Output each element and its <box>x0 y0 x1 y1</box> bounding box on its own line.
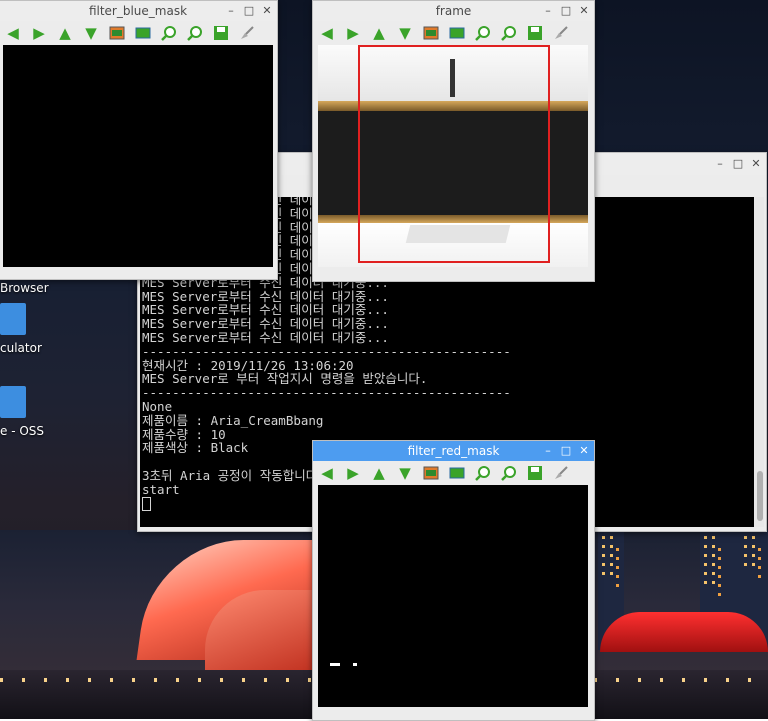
maximize-icon[interactable]: □ <box>732 154 744 174</box>
terminal-scrollbar[interactable] <box>754 197 764 527</box>
terminal-line: 제품이름 : Aria_CreamBbang <box>142 412 324 428</box>
terminal-line: MES Server로부터 수신 데이터 대기중... <box>142 329 389 345</box>
close-icon[interactable]: ✕ <box>261 1 273 21</box>
zoom-out-icon[interactable] <box>185 23 205 43</box>
minimize-icon[interactable]: – <box>542 441 554 461</box>
image-toolbar: ◀ ▶ ▲ ▼ <box>313 21 594 45</box>
arrow-right-icon[interactable]: ▶ <box>343 463 363 483</box>
window-titlebar[interactable]: filter_blue_mask – □ ✕ <box>0 1 277 21</box>
minimize-icon[interactable]: – <box>542 1 554 21</box>
terminal-line: ----------------------------------------… <box>142 385 511 401</box>
camera-frame-image[interactable] <box>318 45 588 267</box>
terminal-line: None <box>142 398 173 414</box>
maximize-icon[interactable]: □ <box>560 441 572 461</box>
close-icon[interactable]: ✕ <box>578 441 590 461</box>
terminal-line: MES Server로부터 수신 데이터 대기중... <box>142 316 389 332</box>
desktop-icon-label: culator <box>0 341 42 355</box>
arrow-right-icon[interactable]: ▶ <box>343 23 363 43</box>
maximize-icon[interactable]: □ <box>560 1 572 21</box>
terminal-line: ----------------------------------------… <box>142 343 511 359</box>
arrow-down-icon[interactable]: ▼ <box>395 463 415 483</box>
arrow-left-icon[interactable]: ◀ <box>317 463 337 483</box>
arrow-left-icon[interactable]: ◀ <box>317 23 337 43</box>
window-titlebar[interactable]: filter_red_mask – □ ✕ <box>313 441 594 461</box>
image-canvas[interactable] <box>318 485 588 707</box>
desktop-icon-calculator[interactable]: culator <box>0 303 50 355</box>
image-icon[interactable] <box>107 23 127 43</box>
image-toolbar: ◀ ▶ ▲ ▼ <box>313 461 594 485</box>
image-canvas[interactable] <box>3 45 273 267</box>
arrow-down-icon[interactable]: ▼ <box>81 23 101 43</box>
arrow-right-icon[interactable]: ▶ <box>29 23 49 43</box>
map-icon[interactable] <box>447 23 467 43</box>
map-icon[interactable] <box>447 463 467 483</box>
arrow-up-icon[interactable]: ▲ <box>369 463 389 483</box>
window-title: filter_red_mask <box>407 444 500 458</box>
terminal-line: MES Server로부터 수신 데이터 대기중... <box>142 302 389 318</box>
desktop-icon-label: Browser <box>0 281 49 295</box>
window-frame[interactable]: frame – □ ✕ ◀ ▶ ▲ ▼ <box>312 0 595 282</box>
zoom-out-icon[interactable] <box>499 463 519 483</box>
mask-blob <box>353 663 357 666</box>
arrow-down-icon[interactable]: ▼ <box>395 23 415 43</box>
minimize-icon[interactable]: – <box>714 154 726 174</box>
red-bridge <box>600 612 768 652</box>
save-icon[interactable] <box>525 23 545 43</box>
calculator-icon <box>0 303 26 335</box>
maximize-icon[interactable]: □ <box>243 1 255 21</box>
map-icon[interactable] <box>133 23 153 43</box>
save-icon[interactable] <box>525 463 545 483</box>
window-filter-blue-mask[interactable]: filter_blue_mask – □ ✕ ◀ ▶ ▲ ▼ <box>0 0 278 280</box>
desktop-icon-oss[interactable]: e - OSS <box>0 386 50 438</box>
window-title: frame <box>435 4 472 18</box>
image-icon[interactable] <box>421 463 441 483</box>
brush-icon[interactable] <box>551 463 571 483</box>
arrow-up-icon[interactable]: ▲ <box>55 23 75 43</box>
zoom-in-icon[interactable] <box>473 23 493 43</box>
arrow-left-icon[interactable]: ◀ <box>3 23 23 43</box>
close-icon[interactable]: ✕ <box>578 1 590 21</box>
window-filter-red-mask[interactable]: filter_red_mask – □ ✕ ◀ ▶ ▲ ▼ <box>312 440 595 721</box>
document-icon <box>0 386 26 418</box>
zoom-in-icon[interactable] <box>159 23 179 43</box>
brush-icon[interactable] <box>237 23 257 43</box>
zoom-in-icon[interactable] <box>473 463 493 483</box>
close-icon[interactable]: ✕ <box>750 154 762 174</box>
terminal-line: MES Server로부터 수신 데이터 대기중... <box>142 288 389 304</box>
terminal-line: MES Server로 부터 작업지시 명령을 받았습니다. <box>142 371 428 387</box>
brush-icon[interactable] <box>551 23 571 43</box>
zoom-out-icon[interactable] <box>499 23 519 43</box>
minimize-icon[interactable]: – <box>225 1 237 21</box>
arrow-up-icon[interactable]: ▲ <box>369 23 389 43</box>
mask-blob <box>330 663 340 666</box>
window-title: filter_blue_mask <box>88 4 188 18</box>
save-icon[interactable] <box>211 23 231 43</box>
image-icon[interactable] <box>421 23 441 43</box>
desktop-icon-label: e - OSS <box>0 424 45 438</box>
window-titlebar[interactable]: frame – □ ✕ <box>313 1 594 21</box>
roi-rectangle <box>358 45 550 263</box>
terminal-line: 현재시간 : 2019/11/26 13:06:20 <box>142 357 354 373</box>
image-toolbar: ◀ ▶ ▲ ▼ <box>0 21 277 45</box>
